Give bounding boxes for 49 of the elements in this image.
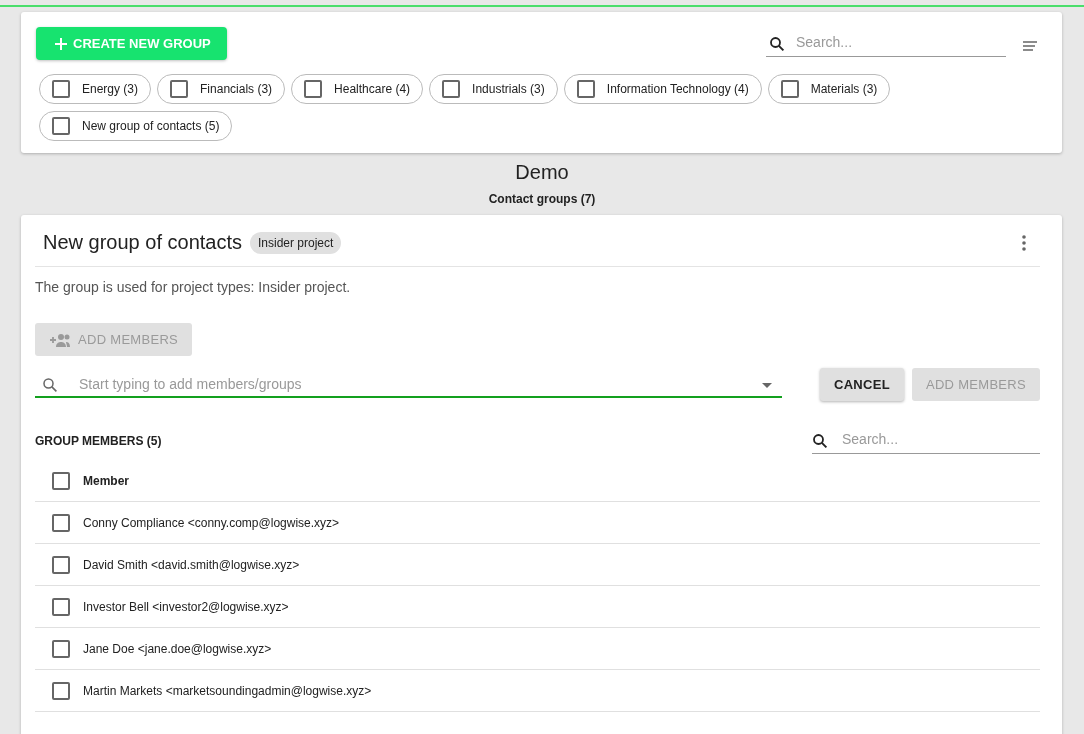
checkbox[interactable] xyxy=(170,80,189,98)
chip-label: Energy (3) xyxy=(82,82,139,96)
member-row[interactable]: Martin Markets <marketsoundingadmin@logwise.xyz> xyxy=(35,670,1040,712)
member-row[interactable]: Jane Doe <jane.doe@logwise.xyz> xyxy=(35,628,1040,670)
member-row[interactable]: David Smith <david.smith@logwise.xyz> xyxy=(35,544,1040,586)
checkbox[interactable] xyxy=(52,117,70,135)
page-title: Demo xyxy=(514,161,570,184)
checkbox[interactable] xyxy=(304,80,323,98)
checkbox[interactable] xyxy=(52,597,70,616)
checkbox[interactable] xyxy=(52,513,70,532)
page-subtitle: Contact groups (7) xyxy=(487,192,597,206)
member-name: Martin Markets <marketsoundingadmin@logwise.xyz> xyxy=(83,683,372,698)
more-icon[interactable] xyxy=(1022,234,1026,251)
checkbox[interactable] xyxy=(52,639,70,658)
member-name: Investor Bell <investor2@logwise.xyz> xyxy=(83,599,289,614)
chip-label: Healthcare (4) xyxy=(334,82,411,96)
chip-label: Materials (3) xyxy=(810,82,878,96)
members-heading: GROUP MEMBERS (5) xyxy=(35,433,162,448)
chip-label: Industrials (3) xyxy=(472,82,545,96)
group-title: New group of contacts xyxy=(43,231,242,254)
members-search-field[interactable]: Search... xyxy=(812,427,1040,454)
search-field[interactable]: Search... xyxy=(766,30,1006,57)
checkbox[interactable] xyxy=(442,80,461,98)
search-icon xyxy=(768,35,786,53)
cancel-button[interactable]: CANCEL xyxy=(819,368,904,401)
member-search-field[interactable]: Start typing to add members/groups xyxy=(35,371,782,398)
plus-icon xyxy=(54,36,68,51)
member-name: Jane Doe <jane.doe@logwise.xyz> xyxy=(83,641,272,656)
select-all-checkbox[interactable] xyxy=(52,471,70,490)
project-tag: Insider project xyxy=(250,231,342,254)
checkbox[interactable] xyxy=(52,681,70,700)
checkbox[interactable] xyxy=(576,80,595,98)
chip-label: New group of contacts (5) xyxy=(82,119,220,133)
group-description: The group is used for project types: Insider project. xyxy=(35,278,352,295)
search-icon xyxy=(811,432,829,450)
dropdown-arrow-icon[interactable] xyxy=(761,383,772,388)
sort-icon[interactable] xyxy=(1022,39,1038,52)
chip-label: Information Technology (4) xyxy=(606,82,749,96)
checkbox[interactable] xyxy=(52,80,70,98)
add-people-icon xyxy=(49,332,71,347)
member-row[interactable]: Investor Bell <investor2@logwise.xyz> xyxy=(35,586,1040,628)
checkbox[interactable] xyxy=(52,555,70,574)
member-name: David Smith <david.smith@logwise.xyz> xyxy=(83,557,300,572)
search-icon xyxy=(41,376,59,394)
column-header: Member xyxy=(83,473,129,488)
member-row[interactable]: Conny Compliance <conny.comp@logwise.xyz> xyxy=(35,502,1040,544)
member-name: Conny Compliance <conny.comp@logwise.xyz> xyxy=(83,515,340,530)
checkbox[interactable] xyxy=(780,80,799,98)
chip-label: Financials (3) xyxy=(200,82,273,96)
